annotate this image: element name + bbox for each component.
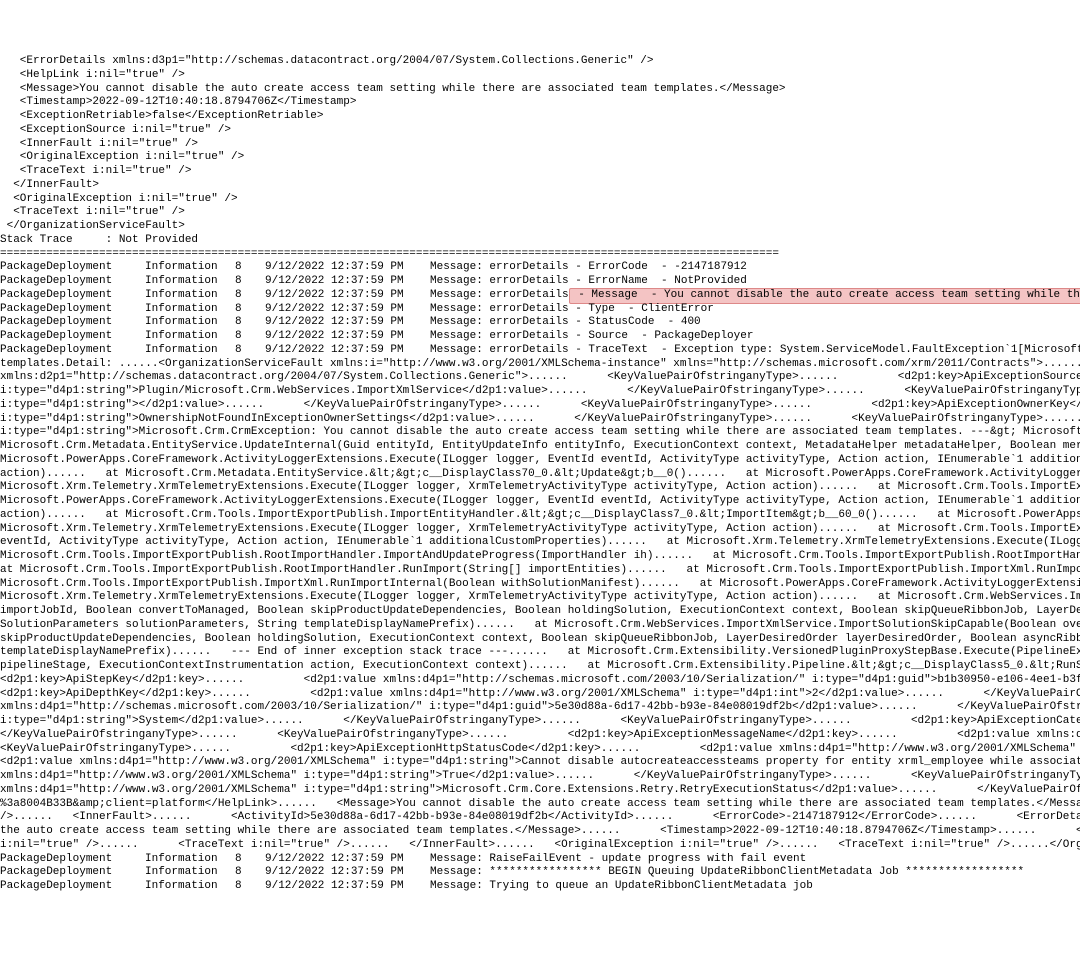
trace-line: templateDisplayNamePrefix)...... --- End… xyxy=(0,646,1080,660)
log-line: PackageDeploymentInformation89/12/2022 1… xyxy=(0,303,1080,317)
trace-line: i:type="d4p1:string">Microsoft.Crm.CrmEx… xyxy=(0,426,1080,440)
trace-line: pipelineStage, ExecutionContextInstrumen… xyxy=(0,660,1080,674)
log-viewer: <ErrorDetails xmlns:d3p1="http://schemas… xyxy=(0,55,1080,894)
xml-line: <Timestamp>2022-09-12T10:40:18.8794706Z<… xyxy=(0,96,1080,110)
trace-line: skipProductUpdateDependencies, Boolean h… xyxy=(0,633,1080,647)
trace-line: templates.Detail: ......<OrganizationSer… xyxy=(0,358,1080,372)
trace-line: eventId, ActivityType activityType, Acti… xyxy=(0,536,1080,550)
xml-line: <TraceText i:nil="true" /> xyxy=(0,165,1080,179)
trace-line: Microsoft.Crm.Metadata.EntityService.Upd… xyxy=(0,440,1080,454)
trace-line: SolutionParameters solutionParameters, S… xyxy=(0,619,1080,633)
xml-line: <OriginalException i:nil="true" /> xyxy=(0,193,1080,207)
separator: ========================================… xyxy=(0,248,1080,262)
trace-line: xmlns:d4p1="http://www.w3.org/2001/XMLSc… xyxy=(0,784,1080,798)
xml-line: <InnerFault i:nil="true" /> xyxy=(0,138,1080,152)
trace-line: />...... <InnerFault>...... <ActivityId>… xyxy=(0,811,1080,825)
trace-line: Microsoft.PowerApps.CoreFramework.Activi… xyxy=(0,454,1080,468)
log-line: PackageDeploymentInformation89/12/2022 1… xyxy=(0,880,1080,894)
trace-line: xmlns:d4p1="http://schemas.microsoft.com… xyxy=(0,701,1080,715)
xml-line: Stack Trace : Not Provided xyxy=(0,234,1080,248)
trace-line: <d2p1:value xmlns:d4p1="http://www.w3.or… xyxy=(0,756,1080,770)
trace-line: the auto create access team setting whil… xyxy=(0,825,1080,839)
trace-line: Microsoft.Xrm.Telemetry.XrmTelemetryExte… xyxy=(0,591,1080,605)
xml-line: </OrganizationServiceFault> xyxy=(0,220,1080,234)
trace-line: i:type="d4p1:string">Plugin/Microsoft.Cr… xyxy=(0,385,1080,399)
trace-line: i:nil="true" />...... <TraceText i:nil="… xyxy=(0,839,1080,853)
xml-line: <Message>You cannot disable the auto cre… xyxy=(0,83,1080,97)
xml-line: </InnerFault> xyxy=(0,179,1080,193)
trace-line: i:type="d4p1:string"></d2p1:value>......… xyxy=(0,399,1080,413)
log-line: PackageDeploymentInformation89/12/2022 1… xyxy=(0,275,1080,289)
trace-line: Microsoft.Xrm.Telemetry.XrmTelemetryExte… xyxy=(0,523,1080,537)
trace-line: xmlns:d4p1="http://www.w3.org/2001/XMLSc… xyxy=(0,770,1080,784)
xml-line: <ExceptionSource i:nil="true" /> xyxy=(0,124,1080,138)
trace-line: Microsoft.Crm.Tools.ImportExportPublish.… xyxy=(0,550,1080,564)
trace-line: Microsoft.Xrm.Telemetry.XrmTelemetryExte… xyxy=(0,481,1080,495)
log-line: PackageDeploymentInformation89/12/2022 1… xyxy=(0,853,1080,867)
trace-line: </KeyValuePairOfstringanyType>...... <Ke… xyxy=(0,729,1080,743)
trace-line: %3a8004B33B&amp;client=platform</HelpLin… xyxy=(0,798,1080,812)
xml-line: <ErrorDetails xmlns:d3p1="http://schemas… xyxy=(0,55,1080,69)
log-line: PackageDeploymentInformation89/12/2022 1… xyxy=(0,344,1080,358)
xml-line: <OriginalException i:nil="true" /> xyxy=(0,151,1080,165)
log-line: PackageDeploymentInformation89/12/2022 1… xyxy=(0,289,1080,303)
trace-line: <d2p1:key>ApiDepthKey</d2p1:key>...... <… xyxy=(0,688,1080,702)
log-line: PackageDeploymentInformation89/12/2022 1… xyxy=(0,866,1080,880)
trace-line: Microsoft.Crm.Tools.ImportExportPublish.… xyxy=(0,578,1080,592)
trace-line: i:type="d4p1:string">System</d2p1:value>… xyxy=(0,715,1080,729)
xml-line: <TraceText i:nil="true" /> xyxy=(0,206,1080,220)
xml-line: <ExceptionRetriable>false</ExceptionRetr… xyxy=(0,110,1080,124)
error-highlight: - Message - You cannot disable the auto … xyxy=(569,288,1080,304)
trace-line: Microsoft.PowerApps.CoreFramework.Activi… xyxy=(0,495,1080,509)
trace-line: <d2p1:key>ApiStepKey</d2p1:key>...... <d… xyxy=(0,674,1080,688)
log-line: PackageDeploymentInformation89/12/2022 1… xyxy=(0,261,1080,275)
trace-line: at Microsoft.Crm.Tools.ImportExportPubli… xyxy=(0,564,1080,578)
log-line: PackageDeploymentInformation89/12/2022 1… xyxy=(0,330,1080,344)
trace-line: action)...... at Microsoft.Crm.Metadata.… xyxy=(0,468,1080,482)
trace-line: action)...... at Microsoft.Crm.Tools.Imp… xyxy=(0,509,1080,523)
log-line: PackageDeploymentInformation89/12/2022 1… xyxy=(0,316,1080,330)
trace-line: importJobId, Boolean convertToManaged, B… xyxy=(0,605,1080,619)
trace-line: i:type="d4p1:string">OwnershipNotFoundIn… xyxy=(0,413,1080,427)
trace-line: <KeyValuePairOfstringanyType>...... <d2p… xyxy=(0,743,1080,757)
trace-line: xmlns:d2p1="http://schemas.datacontract.… xyxy=(0,371,1080,385)
xml-line: <HelpLink i:nil="true" /> xyxy=(0,69,1080,83)
